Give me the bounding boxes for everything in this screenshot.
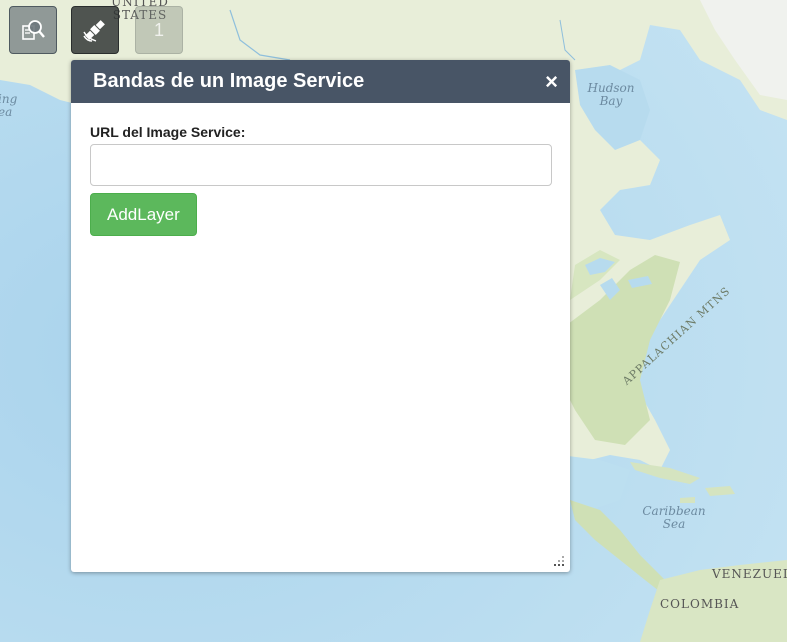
map-label-caribbean-sea: Caribbean Sea: [642, 504, 706, 531]
search-report-button[interactable]: [9, 6, 57, 54]
layer-count-icon: 1: [153, 19, 164, 40]
add-layer-button[interactable]: AddLayer: [90, 193, 197, 236]
panel-body: URL del Image Service: AddLayer: [71, 103, 570, 236]
close-icon[interactable]: ×: [545, 70, 558, 92]
panel-title: Bandas de un Image Service: [93, 70, 365, 92]
satellite-icon: [83, 20, 105, 42]
map-label-bering-sea: ing ea: [0, 92, 18, 119]
search-report-icon: [22, 20, 45, 40]
resize-grip-icon[interactable]: [554, 556, 566, 568]
satellite-button[interactable]: [71, 6, 119, 54]
panel-header: Bandas de un Image Service ×: [71, 60, 570, 103]
map-label-colombia: COLOMBIA: [660, 597, 740, 611]
layer-count-button[interactable]: 1: [135, 6, 183, 54]
map-label-venezuela: VENEZUEL: [712, 567, 787, 581]
url-label: URL del Image Service:: [90, 124, 246, 140]
url-input[interactable]: [90, 144, 552, 186]
image-service-panel: Bandas de un Image Service × URL del Ima…: [71, 60, 570, 572]
map-label-hudson-bay: Hudson Bay: [587, 81, 635, 108]
